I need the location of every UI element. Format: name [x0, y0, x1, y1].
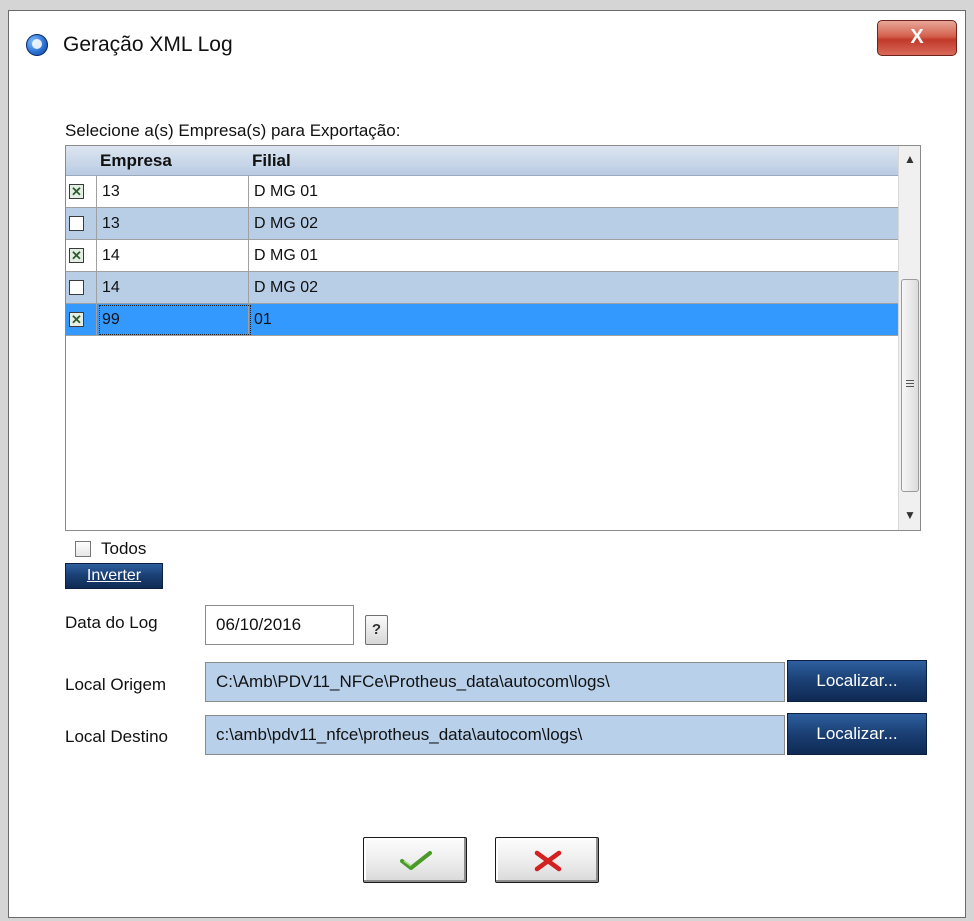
grip-line-icon	[906, 386, 914, 387]
column-separator	[96, 240, 97, 271]
local-destino-label: Local Destino	[65, 727, 169, 746]
todos-checkbox[interactable]	[75, 541, 91, 557]
cell-empresa[interactable]: 14	[102, 240, 120, 271]
cell-empresa[interactable]: 13	[102, 208, 120, 239]
inverter-button[interactable]: Inverter	[65, 563, 163, 589]
cell-empresa[interactable]: 13	[102, 176, 120, 207]
help-button[interactable]: ?	[365, 615, 388, 645]
cell-empresa[interactable]: 14	[102, 272, 120, 303]
x-icon	[534, 850, 562, 872]
column-header-filial[interactable]: Filial	[252, 146, 291, 175]
table-row[interactable]: 13 D MG 02	[66, 208, 898, 240]
vertical-scrollbar[interactable]: ▲ ▼	[898, 146, 920, 530]
focused-cell-outline	[99, 305, 251, 335]
cell-filial[interactable]: D MG 02	[254, 208, 318, 239]
column-separator	[248, 176, 249, 207]
column-separator	[96, 176, 97, 207]
local-destino-field[interactable]: c:\amb\pdv11_nfce\protheus_data\autocom\…	[205, 715, 785, 755]
localizar-origem-button[interactable]: Localizar...	[787, 660, 927, 702]
column-separator	[248, 240, 249, 271]
close-button[interactable]: X	[877, 20, 957, 56]
localizar-destino-button[interactable]: Localizar...	[787, 713, 927, 755]
row-checkbox[interactable]	[69, 280, 84, 295]
cell-filial[interactable]: D MG 02	[254, 272, 318, 303]
grip-line-icon	[906, 383, 914, 384]
cell-filial[interactable]: D MG 01	[254, 176, 318, 207]
column-separator	[248, 208, 249, 239]
instructions-label: Selecione a(s) Empresa(s) para Exportaçã…	[65, 121, 401, 140]
data-do-log-label: Data do Log	[65, 613, 158, 632]
column-separator	[96, 272, 97, 303]
row-checkbox[interactable]	[69, 216, 84, 231]
table-row[interactable]: ✕ 14 D MG 01	[66, 240, 898, 272]
column-header-empresa[interactable]: Empresa	[100, 146, 172, 175]
check-icon	[400, 851, 432, 870]
title-bar: Geração XML Log X	[9, 11, 965, 75]
row-checkbox[interactable]: ✕	[69, 248, 84, 263]
cell-filial[interactable]: D MG 01	[254, 240, 318, 271]
cancel-button[interactable]	[495, 837, 599, 883]
inverter-button-label: Inverter	[86, 567, 142, 584]
scroll-up-arrow-icon[interactable]: ▲	[899, 148, 921, 170]
ok-button[interactable]	[363, 837, 467, 883]
company-grid[interactable]: Empresa Filial ✕ 13 D MG 01 13 D MG 02 ✕ 14 D M…	[65, 145, 921, 531]
table-row[interactable]: 14 D MG 02	[66, 272, 898, 304]
grip-line-icon	[906, 380, 914, 381]
column-separator	[248, 272, 249, 303]
local-origem-label: Local Origem	[65, 675, 167, 694]
scroll-down-arrow-icon[interactable]: ▼	[899, 504, 921, 526]
row-checkbox[interactable]: ✕	[69, 184, 84, 199]
column-separator	[96, 208, 97, 239]
column-separator	[96, 304, 97, 335]
window-title: Geração XML Log	[63, 33, 233, 56]
cell-filial[interactable]: 01	[254, 304, 272, 335]
row-checkbox[interactable]: ✕	[69, 312, 84, 327]
table-row[interactable]: ✕ 99 01	[66, 304, 898, 336]
scrollbar-thumb[interactable]	[901, 279, 919, 492]
table-row[interactable]: ✕ 13 D MG 01	[66, 176, 898, 208]
data-do-log-field[interactable]: 06/10/2016	[205, 605, 354, 645]
dialog-window: Geração XML Log X Selecione a(s) Empresa…	[8, 10, 966, 918]
grid-header: Empresa Filial	[66, 146, 898, 176]
todos-label[interactable]: Todos	[101, 539, 146, 559]
local-origem-field[interactable]: C:\Amb\PDV11_NFCe\Protheus_data\autocom\…	[205, 662, 785, 702]
app-globe-icon	[26, 34, 48, 56]
